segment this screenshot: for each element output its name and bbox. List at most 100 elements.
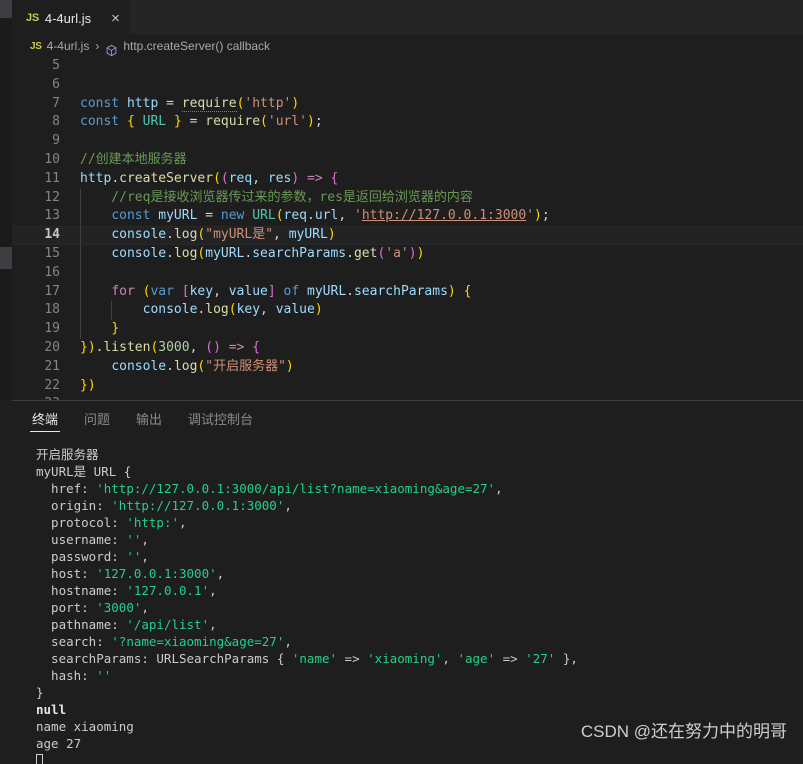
terminal-line: 开启服务器 [36, 447, 99, 462]
close-icon[interactable]: × [111, 11, 120, 26]
js-file-icon: JS [26, 12, 39, 24]
line-number: 11 [44, 170, 60, 186]
vscode-window: JS 4-4url.js × JS 4-4url.js › http.creat… [0, 0, 803, 764]
js-file-icon: JS [30, 40, 42, 52]
code-text: console.log("开启服务器") [111, 358, 294, 374]
editor-tabbar: JS 4-4url.js × [12, 0, 803, 35]
line-number: 7 [52, 95, 60, 111]
breadcrumb-separator-icon: › [95, 39, 100, 53]
code-text: console.log(key, value) [80, 301, 803, 321]
indent-guide [111, 301, 113, 321]
code-text: //req是接收浏览器传过来的参数，res是返回给浏览器的内容 [80, 188, 803, 208]
line-number: 13 [44, 208, 60, 224]
breadcrumb-item-symbol[interactable]: http.createServer() callback [123, 39, 270, 53]
code-line[interactable]: 21 console.log("开启服务器") [12, 358, 803, 377]
panel-tab-output[interactable]: 输出 [134, 401, 164, 436]
editor-tab-4-4url-js[interactable]: JS 4-4url.js × [12, 0, 131, 35]
panel-tab-label: 调试控制台 [188, 412, 254, 427]
line-number: 9 [52, 133, 60, 149]
panel-tab-label: 终端 [32, 412, 59, 427]
panel-tab-debug-console[interactable]: 调试控制台 [186, 401, 255, 436]
terminal-line: protocol: 'http:', [36, 515, 187, 530]
indent-guide [80, 188, 81, 208]
code-line[interactable]: 17 for (var [key, value] of myURL.search… [12, 282, 803, 302]
code-text: const myURL = new URL(req.url, 'http://1… [80, 207, 803, 227]
breadcrumb-item-file[interactable]: 4-4url.js [47, 39, 90, 53]
panel-tab-problems[interactable]: 问题 [82, 401, 112, 436]
line-number: 16 [44, 264, 60, 280]
code-line[interactable]: 8 const { URL } = require('url'); [12, 113, 803, 132]
line-number: 21 [44, 358, 60, 374]
terminal-line: href: 'http://127.0.0.1:3000/api/list?na… [36, 481, 503, 496]
line-number: 14 [44, 227, 60, 243]
tab-label: 4-4url.js [44, 10, 92, 26]
code-text: console.log(myURL.searchParams.get('a')) [80, 244, 803, 264]
code-line[interactable]: 12 //req是接收浏览器传过来的参数，res是返回给浏览器的内容 [12, 188, 803, 208]
code-text: //创建本地服务器 [80, 151, 187, 167]
code-line[interactable]: 7 const http = require('http') [12, 95, 803, 114]
terminal-line: host: '127.0.0.1:3000', [36, 566, 225, 581]
line-number: 5 [52, 58, 60, 73]
code-text: for (var [key, value] of myURL.searchPar… [80, 282, 803, 302]
indent-guide [80, 263, 81, 283]
code-line[interactable]: 15 console.log(myURL.searchParams.get('a… [12, 244, 803, 264]
code-line[interactable]: 5 [12, 57, 803, 76]
terminal-line: null [36, 702, 67, 717]
code-line[interactable]: 13 const myURL = new URL(req.url, 'http:… [12, 207, 803, 227]
terminal-line: } [36, 685, 44, 700]
code-line[interactable]: 18 console.log(key, value) [12, 301, 803, 321]
code-line[interactable]: 22}) [12, 377, 803, 396]
line-number: 20 [44, 339, 60, 355]
panel-tab-label: 输出 [136, 412, 163, 427]
code-line[interactable]: 11 http.createServer((req, res) => { [12, 170, 803, 189]
panel-tab-terminal[interactable]: 终端 [30, 401, 61, 436]
panel-tab-label: 问题 [84, 412, 111, 427]
line-number: 18 [44, 302, 60, 318]
code-text: http.createServer((req, res) => { [80, 170, 339, 186]
overview-mark [0, 0, 12, 18]
code-line[interactable]: 6 [12, 76, 803, 95]
code-line[interactable]: 14 console.log("myURL是", myURL) [12, 226, 803, 245]
bottom-panel: 终端 问题 输出 调试控制台 开启服务器 myURL是 URL { href: '… [12, 401, 803, 764]
indent-guide [80, 226, 81, 245]
breadcrumb: JS 4-4url.js › http.createServer() callb… [12, 35, 803, 57]
terminal-line: search: '?name=xiaoming&age=27', [36, 634, 292, 649]
line-number: 15 [44, 245, 60, 261]
overview-mark [0, 247, 12, 269]
code-text: const http = require('http') [80, 95, 300, 112]
code-text: } [80, 320, 803, 339]
line-number: 19 [44, 321, 60, 337]
indent-guide [80, 244, 81, 264]
terminal-line: password: '', [36, 549, 149, 564]
symbol-method-cube-icon [105, 42, 118, 56]
editor-overview-strip[interactable] [0, 0, 12, 400]
watermark-text: CSDN @还在努力中的明哥 [580, 722, 787, 741]
code-line[interactable]: 19 } [12, 320, 803, 339]
terminal-line: hash: '' [36, 668, 112, 683]
terminal-line: hostname: '127.0.0.1', [36, 583, 217, 598]
indent-guide [80, 320, 81, 339]
terminal-line: pathname: '/api/list', [36, 617, 217, 632]
code-line[interactable]: 9 [12, 132, 803, 151]
terminal-line: myURL是 URL { [36, 464, 132, 479]
panel-tabs: 终端 问题 输出 调试控制台 [12, 401, 803, 436]
code-text: }).listen(3000, () => { [80, 339, 261, 355]
line-number: 17 [44, 283, 60, 299]
code-line[interactable]: 20 }).listen(3000, () => { [12, 339, 803, 358]
line-number: 12 [44, 189, 60, 205]
terminal-output[interactable]: 开启服务器 myURL是 URL { href: 'http://127.0.0.… [12, 436, 803, 764]
line-number: 8 [52, 114, 60, 130]
code-line[interactable]: 16 [12, 263, 803, 283]
terminal-line: port: '3000', [36, 600, 149, 615]
code-line[interactable]: 10 //创建本地服务器 [12, 151, 803, 170]
line-number: 6 [52, 76, 60, 92]
code-lines: 5 6 7 const http = require('http') 8 const { … [12, 57, 803, 400]
code-text: const { URL } = require('url'); [80, 114, 323, 130]
code-editor[interactable]: 5 6 7 const http = require('http') 8 const { … [12, 57, 803, 400]
terminal-line: searchParams: URLSearchParams { 'name' =… [36, 651, 578, 666]
terminal-cursor [36, 752, 803, 764]
indent-guide [80, 207, 81, 227]
terminal-line: origin: 'http://127.0.0.1:3000', [36, 498, 292, 513]
code-text: }) [80, 377, 96, 393]
line-number: 10 [44, 151, 60, 167]
